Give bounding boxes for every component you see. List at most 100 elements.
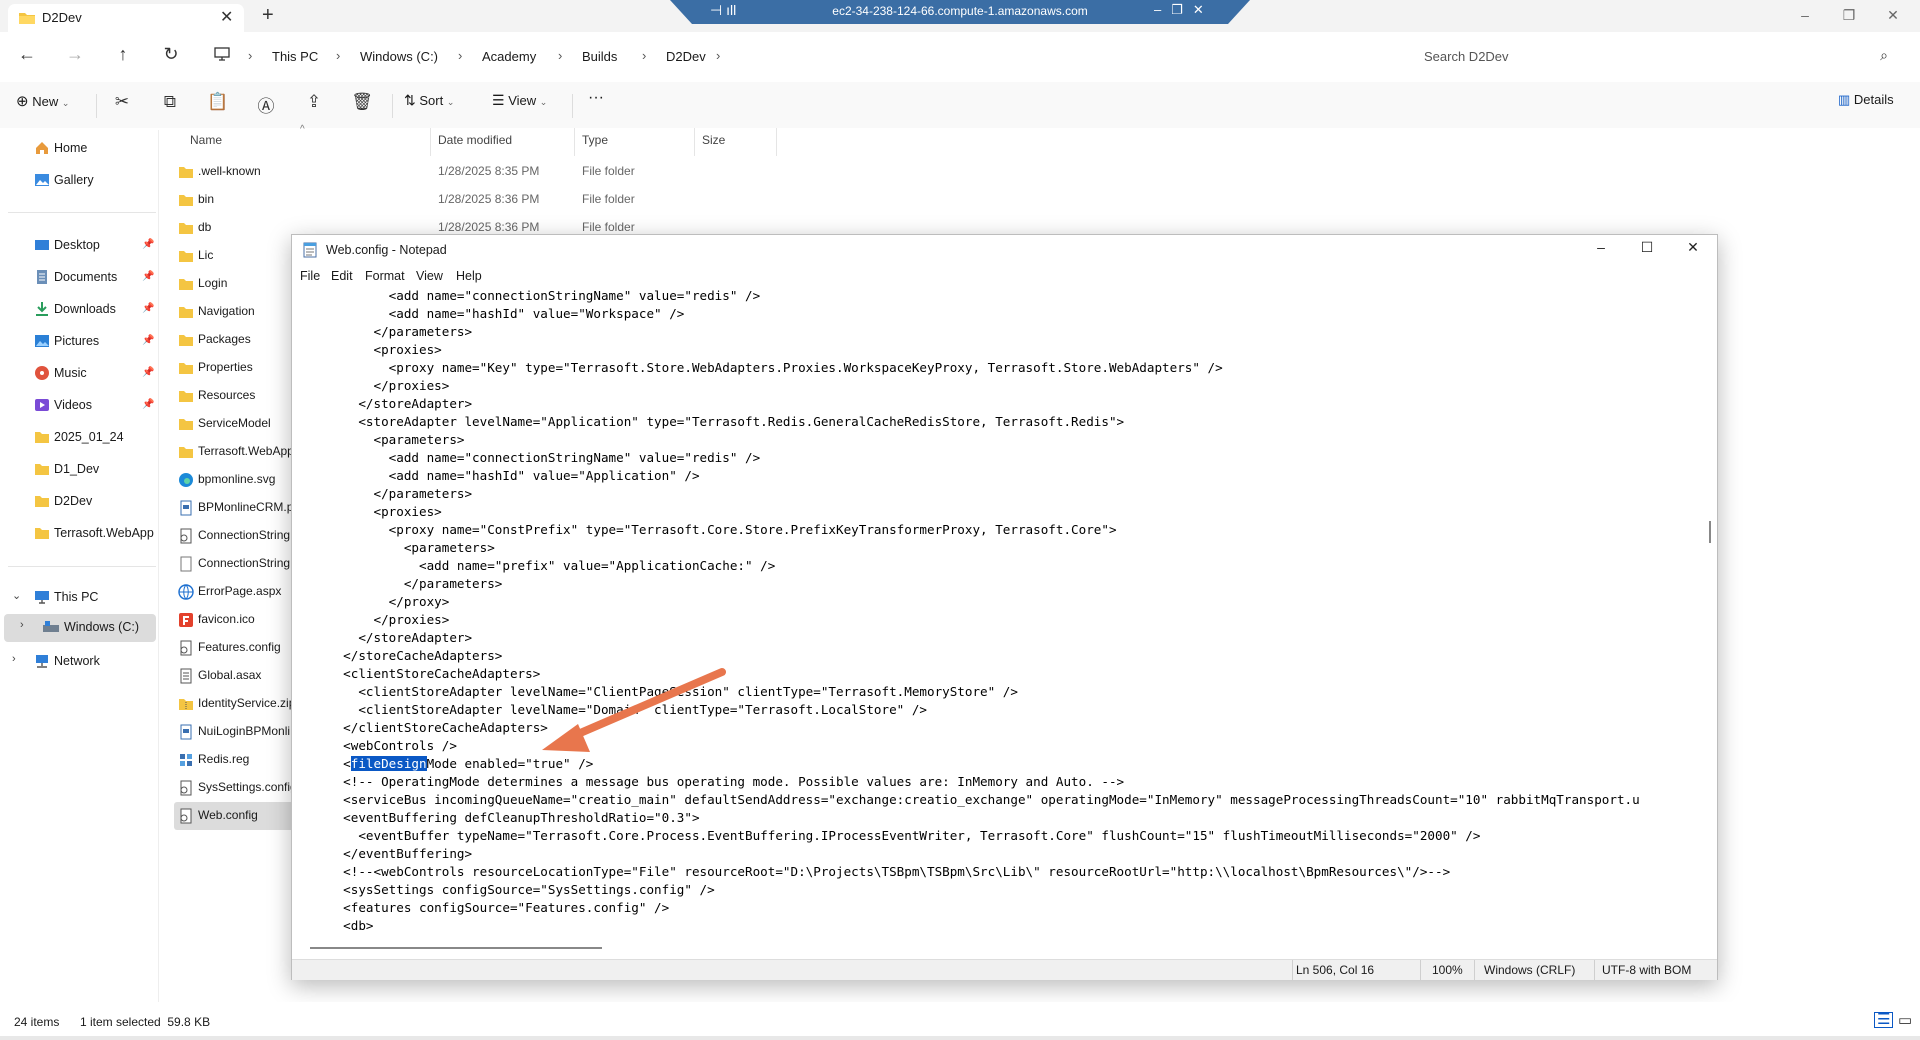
file-row[interactable]: NuiLoginBPMonli	[176, 718, 294, 746]
text-editor[interactable]: <add name="connectionStringName" value="…	[292, 287, 1702, 935]
file-row[interactable]: Navigation	[176, 298, 294, 326]
column-divider[interactable]	[776, 128, 777, 156]
up-icon[interactable]: ↑	[108, 44, 138, 65]
breadcrumb[interactable]: › This PC › Windows (C:) › Academy › Bui…	[208, 44, 1402, 70]
cut-icon[interactable]: ✂	[110, 92, 134, 112]
breadcrumb-d2dev[interactable]: D2Dev	[666, 49, 706, 64]
column-size[interactable]: Size	[702, 133, 725, 147]
chevron-right-icon[interactable]: ›	[12, 653, 16, 665]
nav-windows-c[interactable]: › Windows (C:)	[4, 614, 156, 642]
nav-downloads[interactable]: Downloads 📌	[0, 296, 158, 324]
file-row[interactable]: BPMonlineCRM.p	[176, 494, 294, 522]
breadcrumb-windows-c[interactable]: Windows (C:)	[360, 49, 438, 64]
breadcrumb-builds[interactable]: Builds	[582, 49, 617, 64]
menu-file[interactable]: File	[300, 269, 320, 283]
view-button[interactable]: ☰ View ⌄	[492, 92, 547, 109]
nav-home[interactable]: Home	[0, 135, 158, 163]
new-tab-button[interactable]: +	[262, 4, 274, 27]
details-button[interactable]: ▥ Details	[1838, 92, 1894, 108]
breadcrumb-academy[interactable]: Academy	[482, 49, 536, 64]
file-row[interactable]: bin	[176, 186, 294, 214]
notepad-maximize-icon[interactable]: ☐	[1624, 239, 1670, 256]
vertical-scrollbar[interactable]	[1703, 287, 1717, 935]
column-divider[interactable]	[574, 128, 575, 156]
file-row[interactable]: SysSettings.config	[176, 774, 294, 802]
file-row[interactable]: ServiceModel	[176, 410, 294, 438]
share-icon[interactable]: ⇪	[302, 92, 326, 112]
file-row[interactable]: Terrasoft.WebApp	[176, 438, 294, 466]
column-divider[interactable]	[430, 128, 431, 156]
remote-window-controls[interactable]: –❐✕	[1154, 2, 1214, 18]
refresh-icon[interactable]: ↻	[156, 44, 186, 65]
nav-gallery[interactable]: Gallery	[0, 167, 158, 195]
nav-documents[interactable]: Documents 📌	[0, 264, 158, 292]
breadcrumb-this-pc[interactable]: This PC	[272, 49, 318, 64]
menu-view[interactable]: View	[416, 269, 443, 283]
notepad-minimize-icon[interactable]: –	[1578, 239, 1624, 255]
search-box[interactable]: Search D2Dev ⌕	[1410, 44, 1900, 70]
nav-desktop[interactable]: Desktop 📌	[0, 232, 158, 260]
nav-2025-01-24[interactable]: 2025_01_24	[0, 424, 158, 452]
file-row[interactable]: .well-known	[176, 158, 294, 186]
notepad-window[interactable]: Web.config - Notepad – ☐ ✕ File Edit For…	[291, 234, 1718, 980]
config-file-icon	[178, 780, 194, 796]
file-row[interactable]: ConnectionString	[176, 550, 294, 578]
nav-this-pc[interactable]: ⌄ This PC	[0, 584, 158, 612]
new-button[interactable]: ⊕ New ⌄	[16, 92, 69, 110]
file-row[interactable]: ErrorPage.aspx	[176, 578, 294, 606]
file-row-selected[interactable]: Web.config	[174, 802, 296, 830]
column-name[interactable]: Name	[190, 133, 222, 147]
nav-d2dev[interactable]: D2Dev	[0, 488, 158, 516]
tiles-view-icon[interactable]: ▭	[1898, 1011, 1912, 1029]
chevron-down-icon[interactable]: ⌄	[12, 589, 21, 602]
nav-pictures[interactable]: Pictures 📌	[0, 328, 158, 356]
forward-icon[interactable]: →	[60, 44, 90, 65]
file-row[interactable]: Packages	[176, 326, 294, 354]
vertical-scroll-thumb[interactable]	[1709, 521, 1711, 543]
tab-d2dev[interactable]: D2Dev ✕	[8, 4, 244, 32]
file-row[interactable]: Global.asax	[176, 662, 294, 690]
minimize-icon[interactable]: –	[1782, 0, 1828, 30]
nav-windows-c-label: Windows (C:)	[64, 620, 140, 634]
details-view-icon[interactable]: ☰	[1874, 1012, 1894, 1028]
nav-music[interactable]: Music 📌	[0, 360, 158, 388]
horizontal-scroll-thumb[interactable]	[310, 947, 602, 949]
file-row[interactable]: db	[176, 214, 294, 242]
search-input[interactable]: Search D2Dev	[1424, 49, 1509, 64]
menu-format[interactable]: Format	[365, 269, 405, 283]
maximize-icon[interactable]: ❐	[1826, 0, 1872, 30]
close-window-icon[interactable]: ✕	[1870, 0, 1916, 30]
close-tab-icon[interactable]: ✕	[220, 7, 233, 27]
copy-icon[interactable]: ⧉	[158, 92, 182, 112]
notepad-close-icon[interactable]: ✕	[1670, 239, 1716, 256]
rename-icon[interactable]: Ⓐ	[254, 92, 278, 117]
nav-network[interactable]: › Network	[0, 648, 158, 676]
more-options-icon[interactable]: ···	[588, 89, 604, 107]
file-row[interactable]: favicon.ico	[176, 606, 294, 634]
file-row[interactable]: IdentityService.zip	[176, 690, 294, 718]
delete-icon[interactable]: 🗑	[350, 92, 374, 112]
file-row[interactable]: bpmonline.svg	[176, 466, 294, 494]
menu-help[interactable]: Help	[456, 269, 482, 283]
column-type[interactable]: Type	[582, 133, 608, 147]
back-icon[interactable]: ←	[12, 44, 42, 65]
chevron-right-icon[interactable]: ›	[20, 619, 24, 631]
file-row[interactable]: Features.config	[176, 634, 294, 662]
file-row[interactable]: Login	[176, 270, 294, 298]
sort-button[interactable]: ⇅ Sort ⌄	[404, 92, 454, 109]
search-icon[interactable]: ⌕	[1880, 47, 1888, 64]
column-divider[interactable]	[694, 128, 695, 156]
file-row[interactable]: Resources	[176, 382, 294, 410]
paste-icon[interactable]: 📋	[206, 92, 230, 112]
file-row[interactable]: Properties	[176, 354, 294, 382]
column-date-modified[interactable]: Date modified	[438, 133, 512, 147]
file-row[interactable]: Lic	[176, 242, 294, 270]
file-row[interactable]: Redis.reg	[176, 746, 294, 774]
nav-videos[interactable]: Videos 📌	[0, 392, 158, 420]
nav-terrasoft-webapp[interactable]: Terrasoft.WebApp	[0, 520, 158, 548]
nav-d1-dev[interactable]: D1_Dev	[0, 456, 158, 484]
selected-text[interactable]: fileDesign	[350, 756, 427, 771]
file-row[interactable]: ConnectionString	[176, 522, 294, 550]
remote-desktop-bar[interactable]: ⊣ ıll ec2-34-238-124-66.compute-1.amazon…	[670, 0, 1250, 24]
menu-edit[interactable]: Edit	[331, 269, 353, 283]
